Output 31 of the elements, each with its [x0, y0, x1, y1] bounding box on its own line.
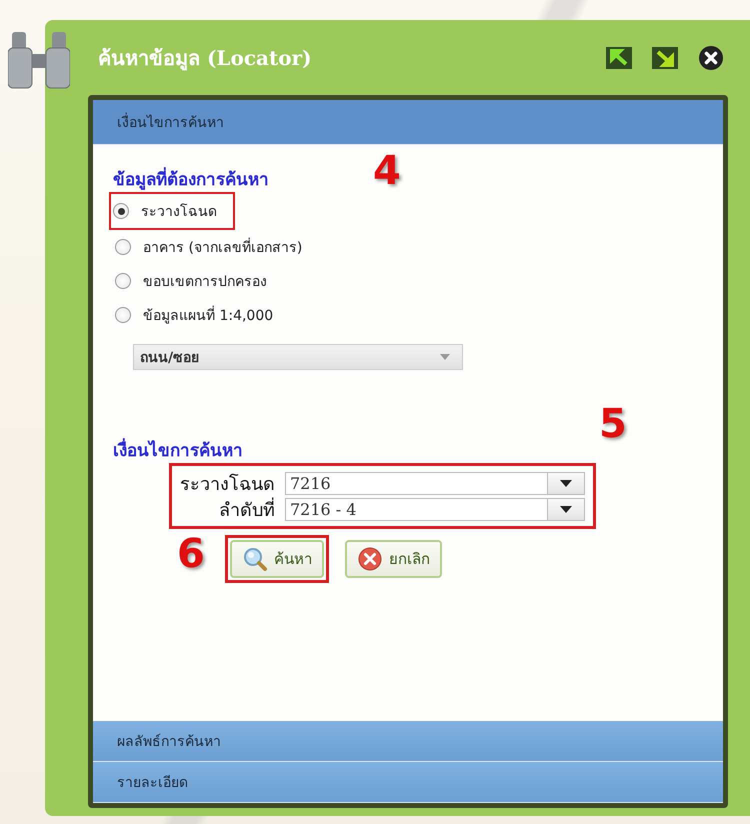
section-heading: ข้อมูลที่ต้องการค้นหา [113, 165, 269, 192]
window-title: ค้นหาข้อมูล (Locator) [97, 44, 313, 72]
section-header[interactable]: รายละเอียด [93, 762, 723, 803]
section-header[interactable]: เงื่อนไขการค้นหา [93, 100, 723, 145]
magnifier-icon [242, 546, 268, 572]
arrow-down-right-icon[interactable] [652, 46, 678, 68]
cancel-button[interactable]: ยกเลิก [345, 540, 442, 578]
arrow-up-left-icon[interactable] [606, 46, 632, 68]
search-button[interactable]: ค้นหา [230, 540, 324, 578]
radio-button[interactable] [115, 273, 131, 289]
dropdown-field[interactable]: 7216 - 4 [285, 498, 585, 520]
radio-label: ข้อมูลแผนที่ 1:4,000 [143, 304, 274, 326]
section-header[interactable]: ผลลัพธ์การค้นหา [93, 721, 723, 762]
section-heading: เงื่อนไขการค้นหา [113, 436, 243, 463]
close-icon[interactable] [698, 44, 724, 70]
caret-icon [440, 354, 450, 360]
dropdown-field[interactable]: 7216 [285, 472, 585, 494]
callout-number: 5 [599, 401, 627, 447]
caret-icon [560, 480, 572, 486]
callout-number: 6 [177, 531, 205, 577]
field-label: ระวางโฉนด [180, 472, 275, 496]
radio-label: ระวางโฉนด [141, 202, 217, 222]
radio-button[interactable] [115, 239, 131, 255]
caret-icon [560, 506, 572, 512]
radio-label: ขอบเขตการปกครอง [143, 273, 267, 292]
radio-button[interactable] [113, 203, 129, 219]
radio-button[interactable] [115, 307, 131, 323]
field-label: ลำดับที่ [219, 496, 275, 522]
callout-number: 4 [373, 148, 401, 194]
close-icon [357, 546, 383, 572]
radio-label: อาคาร (จากเลขที่เอกสาร) [143, 236, 302, 258]
